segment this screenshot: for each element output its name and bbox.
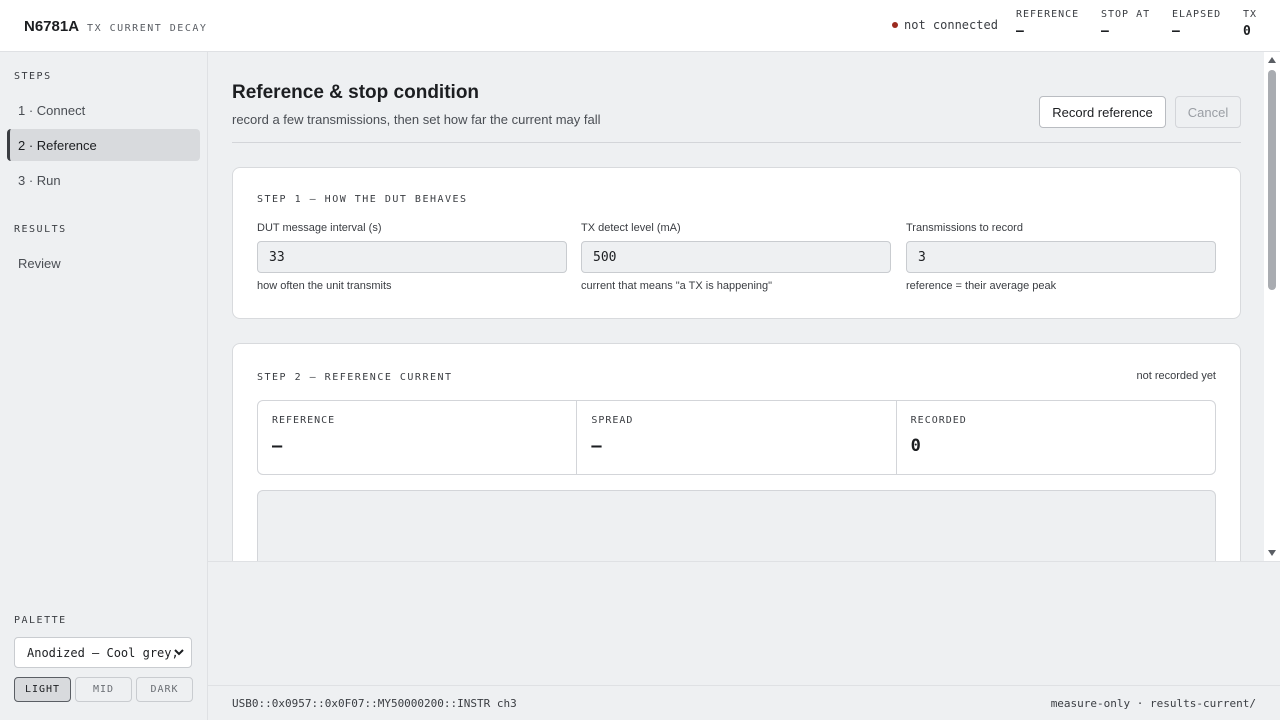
sidebar: STEPS 1 · Connect 2 · Reference 3 · Run … — [0, 52, 208, 720]
field-label: TX detect level (mA) — [581, 222, 681, 234]
sidebar-item-connect[interactable]: 1 · Connect — [7, 94, 200, 126]
metric-value: 0 — [910, 436, 921, 456]
chevron-down-icon — [174, 649, 184, 656]
status-bar: USB0::0x0957::0x0F07::MY50000200::INSTR … — [208, 685, 1280, 720]
field-hint: reference = their average peak — [906, 280, 1057, 292]
stat-elapsed: ELAPSED — — [1172, 9, 1221, 39]
stat-value: — — [1172, 24, 1180, 39]
stat-value: — — [1101, 24, 1109, 39]
scroll-thumb[interactable] — [1268, 70, 1276, 290]
transmissions-to-record-input[interactable]: 3 — [906, 241, 1216, 273]
field-message-interval: DUT message interval (s) 33 how often th… — [257, 222, 567, 292]
field-transmissions-to-record: Transmissions to record 3 reference = th… — [906, 222, 1216, 292]
step1-heading: STEP 1 — HOW THE DUT BEHAVES — [257, 194, 468, 205]
stat-tx: TX 0 — [1243, 9, 1257, 39]
palette-select[interactable]: Anodized — Cool grey, — [14, 637, 192, 668]
palette-select-value: Anodized — Cool grey, — [27, 645, 179, 660]
stat-label: TX — [1243, 9, 1258, 20]
mode-output-path: measure-only · results-current/ — [1050, 697, 1256, 710]
theme-light-button[interactable]: LIGHT — [14, 677, 71, 702]
brand-subtitle: TX CURRENT DECAY — [87, 23, 208, 34]
status-dot-icon — [892, 22, 898, 28]
field-label: DUT message interval (s) — [257, 222, 382, 234]
metric-label: SPREAD — [591, 415, 634, 426]
stat-value: 0 — [1243, 24, 1251, 39]
app-header: N6781A TX CURRENT DECAY not connected RE… — [0, 0, 1280, 52]
field-hint: how often the unit transmits — [257, 280, 392, 292]
field-label: Transmissions to record — [906, 222, 1023, 234]
step2-card: STEP 2 — REFERENCE CURRENT not recorded … — [232, 343, 1241, 561]
stat-label: ELAPSED — [1172, 9, 1222, 20]
sidebar-item-reference[interactable]: 2 · Reference — [7, 129, 200, 161]
field-tx-detect-level: TX detect level (mA) 500 current that me… — [581, 222, 891, 292]
reference-metrics: REFERENCE — SPREAD — RECORDED 0 — [257, 400, 1216, 475]
main-scrollbar[interactable] — [1264, 52, 1280, 561]
tx-detect-level-input[interactable]: 500 — [581, 241, 891, 273]
main-content: Reference & stop condition record a few … — [208, 52, 1264, 561]
theme-dark-button[interactable]: DARK — [136, 677, 193, 702]
metric-value: — — [591, 436, 602, 456]
message-interval-input[interactable]: 33 — [257, 241, 567, 273]
instrument-address: USB0::0x0957::0x0F07::MY50000200::INSTR … — [232, 697, 517, 710]
page-subtitle: record a few transmissions, then set how… — [232, 112, 601, 127]
record-reference-button[interactable]: Record reference — [1039, 96, 1166, 128]
metric-value: — — [272, 436, 283, 456]
step2-heading: STEP 2 — REFERENCE CURRENT — [257, 372, 453, 383]
palette-heading: PALETTE — [14, 615, 67, 626]
metric-label: RECORDED — [910, 415, 967, 426]
sidebar-item-review[interactable]: Review — [7, 247, 200, 279]
theme-mid-button[interactable]: MID — [75, 677, 132, 702]
reference-chart-area — [257, 490, 1216, 561]
metric-label: REFERENCE — [272, 415, 336, 426]
metric-spread: SPREAD — — [577, 401, 897, 474]
lower-panel — [208, 561, 1280, 685]
stat-value: — — [1016, 24, 1024, 39]
reference-status-note: not recorded yet — [1136, 370, 1217, 382]
stat-stop-at: STOP AT — — [1101, 9, 1150, 39]
steps-heading: STEPS — [14, 71, 52, 82]
scroll-up-icon[interactable] — [1268, 57, 1276, 63]
scroll-down-icon[interactable] — [1268, 550, 1276, 556]
cancel-button[interactable]: Cancel — [1175, 96, 1241, 128]
step1-card: STEP 1 — HOW THE DUT BEHAVES DUT message… — [232, 167, 1241, 319]
brand-name: N6781A — [24, 18, 80, 35]
connection-status-text: not connected — [904, 18, 998, 32]
stat-reference: REFERENCE — — [1016, 9, 1079, 39]
stat-label: REFERENCE — [1016, 9, 1080, 20]
metric-recorded: RECORDED 0 — [897, 401, 1215, 474]
sidebar-item-run[interactable]: 3 · Run — [7, 164, 200, 196]
field-hint: current that means "a TX is happening" — [581, 280, 773, 292]
connection-status: not connected — [892, 18, 998, 32]
metric-reference: REFERENCE — — [258, 401, 578, 474]
brand: N6781A TX CURRENT DECAY — [24, 18, 207, 35]
stat-label: STOP AT — [1101, 9, 1151, 20]
page-title: Reference & stop condition — [232, 82, 480, 103]
header-divider — [232, 142, 1241, 143]
results-heading: RESULTS — [14, 224, 67, 235]
